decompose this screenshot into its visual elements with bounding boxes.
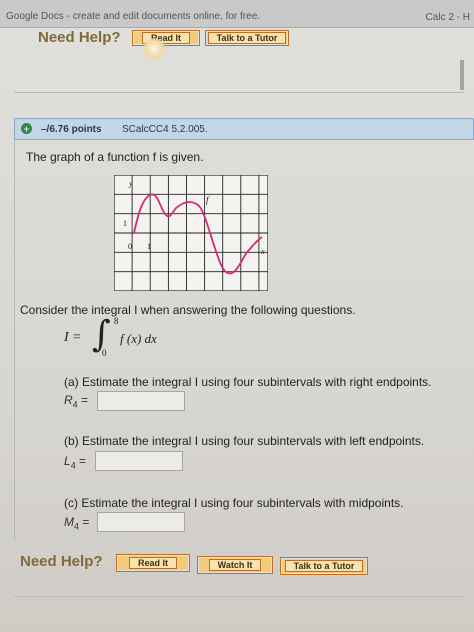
integral-lower-limit: 0	[102, 348, 107, 358]
section-divider	[14, 92, 464, 93]
integral-upper-limit: 8	[114, 316, 119, 326]
talk-to-tutor-bottom-button[interactable]: Talk to a Tutor	[280, 557, 368, 575]
part-b-answer-input[interactable]	[95, 451, 183, 471]
question-source: SCalcCC4 5.2.005.	[122, 124, 208, 135]
consider-text: Consider the integral I when answering t…	[20, 303, 356, 317]
tick-1-y: 1	[123, 219, 127, 228]
part-c-text: (c) Estimate the integral I using four s…	[64, 496, 404, 510]
origin-label: 0	[128, 242, 132, 251]
need-help-label: Need Help?	[38, 29, 121, 46]
integral-integrand: f (x) dx	[120, 331, 157, 346]
question-points: –/6.76 points	[41, 124, 102, 135]
x-axis-label: x	[260, 247, 265, 256]
tick-1-x: 1	[147, 242, 151, 251]
question-prompt: The graph of a function f is given.	[26, 150, 204, 164]
browser-tab-calc[interactable]: Calc 2 - H	[426, 12, 470, 23]
talk-to-tutor-button[interactable]: Talk to a Tutor	[205, 30, 289, 46]
part-a-label: R4 =	[64, 393, 89, 410]
browser-tab-bar: Google Docs - create and edit documents …	[0, 0, 474, 28]
footer-divider	[14, 596, 464, 597]
part-b-label: L4 =	[64, 454, 87, 471]
watch-it-button[interactable]: Watch It	[197, 556, 273, 574]
part-a-text: (a) Estimate the integral I using four s…	[64, 375, 432, 389]
expand-plus-icon[interactable]: +	[21, 123, 32, 134]
function-graph: y x f 1 0 1	[114, 175, 268, 291]
glare-spot	[143, 38, 165, 60]
part-b-text: (b) Estimate the integral I using four s…	[64, 434, 425, 448]
need-help-bottom-label: Need Help?	[20, 553, 103, 570]
scroll-marker	[460, 60, 464, 90]
part-c-answer-input[interactable]	[97, 512, 185, 532]
read-it-bottom-button[interactable]: Read It	[116, 554, 190, 572]
integral-lhs: I =	[64, 330, 82, 345]
integral-expression: I = ∫ 8 0 f (x) dx	[64, 314, 264, 362]
browser-tab-title[interactable]: Google Docs - create and edit documents …	[6, 11, 260, 22]
part-a-answer-input[interactable]	[97, 391, 185, 411]
read-it-button[interactable]: Read It	[132, 30, 200, 46]
part-c-label: M4 =	[64, 515, 90, 532]
y-axis-label: y	[128, 179, 133, 188]
question-header: + –/6.76 points SCalcCC4 5.2.005.	[14, 118, 474, 140]
